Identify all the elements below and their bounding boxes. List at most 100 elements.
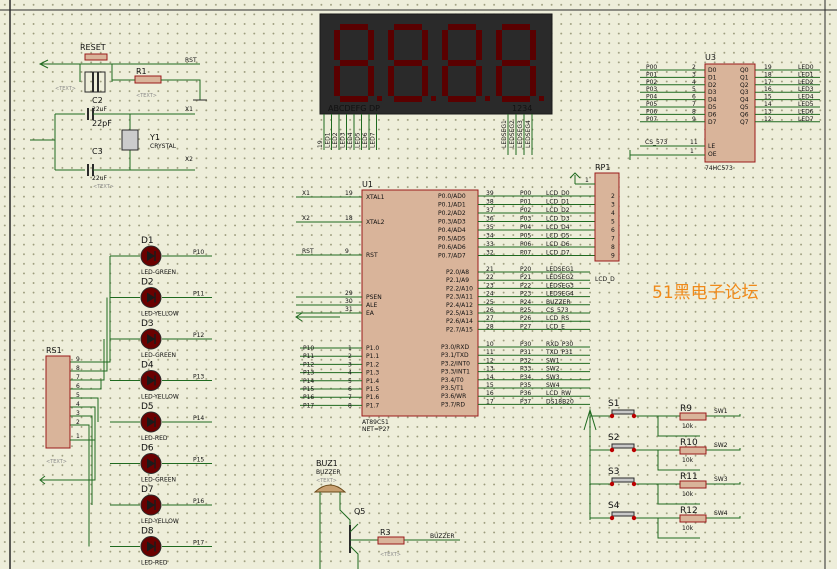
rp1-pin-number: 7 [611,236,615,243]
latch-output-pin: Q2 [740,82,749,89]
led-d2[interactable]: D2 LED-YELLOW P11 [110,278,212,318]
mcu-p3-pin: P3.6/WR [441,393,466,400]
reset-circuit[interactable]: RESET C2 <TEXT> 22uF R1 <TEXT> RST [38,43,207,113]
rp1-pin-number: 8 [611,244,615,251]
crystal-circuit[interactable]: 22pF Y1 CRYSTAL C3 22uF X1 X2 <TEXT> [30,106,195,190]
switch-s3[interactable]: S3 R11 10k SW3 [590,467,741,505]
switch-s2[interactable]: S2 R10 10k SW2 [590,433,741,471]
latch-output-pin: Q3 [740,89,749,96]
mcu-pin-number: 27 [486,315,494,322]
r3-resistor[interactable] [377,536,405,545]
crystal-y1[interactable] [121,129,139,151]
led-d1[interactable]: D1 LED-GREEN P10 [110,236,212,276]
latch-le: LE [708,143,715,150]
mcu-p0-pin: P0.2/AD2 [438,210,466,217]
latch-input-pin: D2 [708,82,717,89]
latch-output-net: LED7 [798,116,814,123]
latch-cs-num: 11 [690,139,698,146]
mcu-signal-label: BUZZER [546,299,571,306]
resistor-ref: R9 [680,404,692,414]
latch-u3[interactable]: U3 74HC573 P00 2 D0 P01 3 D1 P02 4 D2 P03 5 D3 P04 6 D… [629,53,820,172]
pullup-resistor[interactable] [679,480,707,489]
led-d6[interactable]: D6 LED-GREEN P15 [110,444,212,484]
watermark-text: 51黑电子论坛 [652,283,759,303]
c3-ref: C3 [92,147,103,156]
led-ref: D2 [141,278,154,288]
mcu-p3-pin: P3.2/INT0 [441,360,470,367]
led-array[interactable]: D1 LED-GREEN P10 D2 LED-YELLOW P11 D3 LED-GREEN… [70,236,212,567]
mcu-p0-pin: P0.3/AD3 [438,219,466,226]
latch-output-pin: Q0 [740,67,749,74]
led-d8[interactable]: D8 LED-RED P17 [110,527,212,567]
mcu-net-label: P25 [520,307,531,314]
led-d3[interactable]: D3 LED-GREEN P12 [110,319,212,359]
mcu-signal-label: TXD_P31 [545,349,573,356]
buzzer-circuit[interactable]: BUZ1 BUZZER <TEXT> Q5 R3 <TEXT> BUZZER [313,459,460,569]
mcu-pin-number: 33 [486,241,494,248]
mcu-u1[interactable]: U1 AT89C51 NET=P2? XTAL119X1XTAL218X2RST… [295,180,595,433]
seven-segment-display[interactable]: ABCDEFG DP 1234 19 LED1 LED2 LED3 LED4 LED5 LE… [317,13,553,155]
latch-input-net: P03 [646,86,657,93]
latch-input-pin: D6 [708,111,717,118]
latch-output-net: LED3 [798,86,814,93]
latch-cs: CS_573 [645,139,668,146]
switch-net: SW2 [714,442,728,449]
resistor-value: 10k [682,423,694,430]
rs1-pin-number: 6 [76,383,80,390]
resistor-pack-rs1[interactable]: RS1 <TEXT> 9 8 7 6 5 4 3 2 1 [39,346,96,485]
c2-value: 22uF [92,106,107,113]
mcu-pin-name: XTAL2 [366,219,385,226]
mcu-p1-pin: P1.4 [366,378,379,385]
mcu-pin-number: 28 [486,323,494,330]
latch-pin-number: 19 [764,64,772,71]
mcu-net-label: P05 [520,233,531,240]
mcu-pin-number: 26 [486,307,494,314]
mcu-p0-pin: P0.1/AD1 [438,202,466,209]
mcu-net-label: P27 [520,323,531,330]
latch-oe: OE [708,151,717,158]
r1-resistor[interactable] [134,75,162,84]
led-ref: D3 [141,319,154,329]
c2-ref: C2 [92,96,103,105]
mcu-pin-number: 21 [486,266,494,273]
mcu-p1-pin: P1.0 [366,345,379,352]
pullup-resistor[interactable] [679,446,707,455]
mcu-net-label: P24 [520,299,531,306]
resistor-pack-rp1[interactable]: RP1 LCD_D 1 2 34 56 78 9 [569,163,620,283]
mcu-p2-pin: P2.6/A14 [446,318,473,325]
led-d4[interactable]: D4 LED-YELLOW P13 [110,361,212,401]
switch-array[interactable]: S1 R9 10k SW1 S2 R10 10k SW2 S3 R11 10k SW3 S4 R12 10k… [583,399,741,539]
pullup-resistor[interactable] [679,412,707,421]
r1-text-placeholder: <TEXT> [136,93,157,99]
switch-net: SW1 [714,408,728,415]
led-d7[interactable]: D7 LED-YELLOW P16 [110,485,212,525]
reset-button[interactable] [84,53,108,61]
mcu-pin-number: 1 [348,345,352,352]
mcu-signal-label: LCD_E [546,323,565,330]
segment-pin-label: LED2 [332,132,339,148]
latch-output-net: LED1 [798,71,814,78]
mcu-pin-name: XTAL1 [366,194,385,201]
digit-select-pin-label: LEDSEG3 [517,120,524,148]
mcu-signal-label: LEDSEG4 [546,291,574,298]
mcu-pin-number: 19 [345,190,353,197]
mcu-net-label: P36 [520,390,531,397]
mcu-net-label: P00 [520,190,531,197]
lcd-data-label: LCD_D1 [546,199,570,206]
r3-ref: R3 [380,528,391,537]
switch-s4[interactable]: S4 R12 10k SW4 [590,501,741,539]
latch-input-pin: D3 [708,89,717,96]
pullup-resistor[interactable] [679,514,707,523]
mcu-signal-label: SW2 [546,366,560,373]
switch-s1[interactable]: S1 R9 10k SW1 [590,399,741,437]
led-net-label: P16 [193,498,204,505]
segment-pin-label: LED1 [325,132,332,148]
mcu-pin-name: PSEN [366,294,382,301]
led-net-label: P10 [193,249,204,256]
mcu-signal-label: LEDSEG1 [546,266,574,273]
segment-pin-label: LED6 [362,132,369,148]
lcd-data-label: LCD_D5 [546,233,570,240]
led-ref: D5 [141,402,154,412]
led-type: LED-GREEN [141,352,176,359]
led-d5[interactable]: D5 LED-RED P14 [110,402,212,442]
